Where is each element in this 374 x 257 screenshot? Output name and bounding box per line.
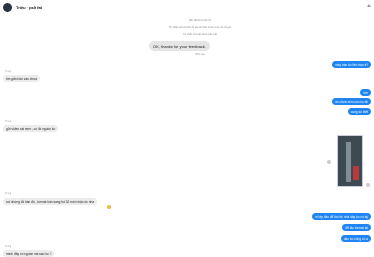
message-bubble-in[interactable]: gửi video sai xem , có 4k nguồn ko	[3, 125, 59, 132]
system-note: Bạn đã được kết nối	[189, 19, 211, 22]
message-bubble-out[interactable]: nó chưa xem còn ko đc	[331, 98, 371, 105]
message-bubble-out[interactable]: dầu ko cũng có ạ	[340, 235, 371, 242]
seen-avatar	[366, 183, 370, 187]
message-bubble-in[interactable]: mình đây có nguồn mà sao ko ?	[3, 250, 55, 257]
date-divider: Hôm nay	[195, 53, 205, 56]
sender-name: Trung	[5, 192, 12, 195]
chat-header: Triệu · ps5 fat	[0, 0, 374, 14]
sender-name: Trung	[5, 120, 12, 123]
contact-name[interactable]: Triệu · ps5 fat	[16, 5, 42, 10]
message-bubble-out[interactable]: mày bán ko liên bạn á?	[332, 61, 371, 68]
message-bubble-out[interactable]: cung ko biết	[347, 108, 371, 115]
sender-name: Trung	[5, 70, 12, 73]
reaction-emoji-icon[interactable]	[107, 205, 111, 209]
system-note: Tin nhắn mới sẽ hiển thị sau khi bạn trả…	[168, 26, 232, 29]
share-icon[interactable]	[327, 160, 331, 164]
photo-content	[353, 166, 359, 180]
message-bubble-center[interactable]: OK, thanks for your feedback.	[149, 41, 210, 51]
scroll-up-icon[interactable]	[367, 4, 371, 7]
photo-content	[346, 142, 351, 182]
message-bubble-out[interactable]: ơi tây đâu để lâu thì nhả dây ko có ấy	[311, 213, 371, 220]
message-bubble-in[interactable]: coi chừng lỗi hàn đó , format hàn sang h…	[3, 198, 98, 205]
photo-attachment[interactable]	[337, 135, 363, 187]
message-bubble-out[interactable]: ừm	[360, 89, 371, 96]
contact-avatar[interactable]	[3, 2, 12, 12]
sender-name: Trung	[5, 245, 12, 248]
message-bubble-out[interactable]: để lâu format lại	[342, 224, 371, 231]
message-bubble-in[interactable]: tìm gắn hàn vào chưa	[3, 75, 41, 82]
system-note: Tin nhắn của bạn được bảo mật	[182, 33, 218, 36]
